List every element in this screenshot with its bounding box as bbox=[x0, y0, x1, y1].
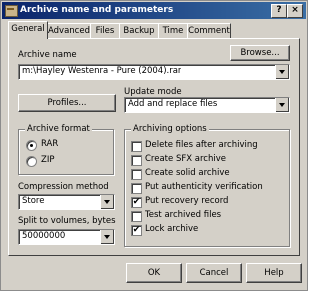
create-sfx-label[interactable]: Create SFX archive bbox=[145, 154, 226, 164]
compression-method-value: Store bbox=[22, 196, 45, 206]
recovery-record-label[interactable]: Put recovery record bbox=[145, 196, 228, 206]
help-title-button[interactable]: ? bbox=[271, 4, 287, 18]
update-mode-value: Add and replace files bbox=[128, 99, 218, 109]
split-volumes-combo[interactable]: 50000000 bbox=[18, 229, 115, 245]
compression-method-select[interactable]: Store bbox=[18, 194, 115, 210]
split-volumes-value: 50000000 bbox=[22, 231, 66, 241]
tab-general[interactable]: General bbox=[8, 21, 48, 39]
chevron-down-icon[interactable] bbox=[275, 65, 289, 79]
create-solid-checkbox[interactable] bbox=[131, 169, 142, 180]
archiving-options-title: Archiving options bbox=[131, 124, 209, 134]
zip-label[interactable]: ZIP bbox=[41, 155, 54, 165]
test-files-label[interactable]: Test archived files bbox=[145, 210, 221, 220]
chevron-down-icon[interactable] bbox=[275, 98, 289, 112]
tab-files[interactable]: Files bbox=[90, 23, 120, 38]
title-bar[interactable]: Archive name and parameters ? × bbox=[2, 2, 306, 19]
authenticity-checkbox[interactable] bbox=[131, 183, 142, 194]
update-mode-select[interactable]: Add and replace files bbox=[124, 97, 290, 113]
tab-comment[interactable]: Comment bbox=[187, 23, 231, 38]
lock-archive-label[interactable]: Lock archive bbox=[145, 224, 198, 234]
authenticity-label[interactable]: Put authenticity verification bbox=[145, 182, 263, 192]
tab-time[interactable]: Time bbox=[158, 23, 188, 38]
archive-name-label: Archive name bbox=[18, 50, 77, 60]
rar-radio[interactable] bbox=[26, 140, 37, 151]
cancel-button[interactable]: Cancel bbox=[186, 263, 242, 283]
archive-dialog: Archive name and parameters ? × General … bbox=[0, 0, 308, 291]
create-sfx-checkbox[interactable] bbox=[131, 155, 142, 166]
chevron-down-icon[interactable] bbox=[100, 230, 114, 244]
compression-method-label: Compression method bbox=[18, 182, 109, 192]
archive-name-value: m:\Hayley Westenra - Pure (2004).rar bbox=[22, 66, 182, 76]
delete-files-checkbox[interactable] bbox=[131, 141, 142, 152]
tab-backup[interactable]: Backup bbox=[119, 23, 159, 38]
archiving-options-group: Archiving options Delete files after arc… bbox=[124, 124, 290, 247]
help-button[interactable]: Help bbox=[246, 263, 302, 283]
archive-name-combo[interactable]: m:\Hayley Westenra - Pure (2004).rar bbox=[18, 64, 290, 80]
lock-archive-checkbox[interactable]: ✔ bbox=[131, 225, 142, 236]
window-title: Archive name and parameters bbox=[20, 5, 174, 15]
split-volumes-label: Split to volumes, bytes bbox=[18, 216, 116, 226]
zip-radio[interactable] bbox=[26, 156, 37, 167]
recovery-record-checkbox[interactable]: ✔ bbox=[131, 197, 142, 208]
ok-button[interactable]: OK bbox=[126, 263, 182, 283]
browse-button[interactable]: Browse... bbox=[230, 45, 290, 61]
update-mode-label: Update mode bbox=[124, 87, 182, 97]
archive-format-title: Archive format bbox=[25, 124, 92, 134]
test-files-checkbox[interactable] bbox=[131, 211, 142, 222]
profiles-button[interactable]: Profiles... bbox=[18, 94, 116, 112]
rar-label[interactable]: RAR bbox=[41, 139, 58, 149]
tab-advanced[interactable]: Advanced bbox=[47, 23, 91, 38]
delete-files-label[interactable]: Delete files after archiving bbox=[145, 140, 258, 150]
chevron-down-icon[interactable] bbox=[100, 195, 114, 209]
create-solid-label[interactable]: Create solid archive bbox=[145, 168, 230, 178]
winrar-app-icon bbox=[5, 5, 18, 17]
archive-format-group: Archive format RAR ZIP bbox=[18, 124, 114, 175]
close-button[interactable]: × bbox=[287, 4, 303, 18]
